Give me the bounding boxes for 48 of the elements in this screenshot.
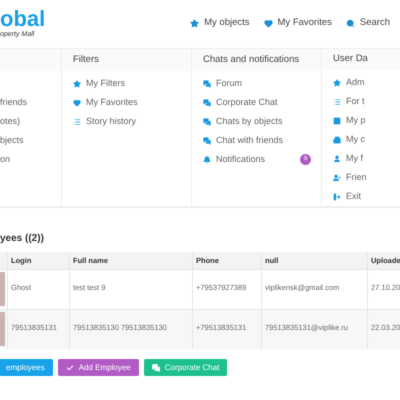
logo-title: obal bbox=[0, 8, 46, 30]
menu-item[interactable]: My p bbox=[333, 114, 366, 128]
menu-item[interactable]: Forum bbox=[203, 76, 242, 90]
menu-item[interactable]: Adm bbox=[333, 76, 365, 90]
menu-item[interactable]: My Favorites bbox=[73, 96, 138, 110]
nav-link[interactable]: My Favorites bbox=[264, 16, 332, 30]
menu-item[interactable]: Story history bbox=[73, 114, 136, 128]
menu-column-title: User Da bbox=[333, 52, 368, 66]
chat-icon bbox=[203, 118, 211, 126]
list-icon bbox=[73, 118, 81, 126]
action-button[interactable]: Add Employee bbox=[58, 359, 139, 376]
check-icon bbox=[66, 364, 74, 372]
nav-link[interactable]: Search bbox=[346, 16, 390, 30]
bell-icon bbox=[203, 156, 211, 164]
chat-icon bbox=[203, 80, 211, 88]
menu-item[interactable]: Corporate Chat bbox=[203, 96, 278, 110]
menu-column-title: Filters bbox=[73, 52, 99, 67]
star-icon bbox=[333, 78, 341, 86]
menu-item[interactable]: Chats by objects bbox=[203, 114, 283, 128]
menu-item[interactable]: bjects bbox=[0, 134, 24, 148]
menu-item[interactable]: My f bbox=[333, 152, 363, 166]
menu-item[interactable]: For t bbox=[333, 94, 365, 108]
star-icon bbox=[190, 18, 200, 28]
search-icon bbox=[346, 18, 355, 28]
menu-item[interactable]: Notifications bbox=[203, 152, 266, 166]
menu-item[interactable]: Exit bbox=[333, 190, 362, 204]
menu-item[interactable]: Chat with friends bbox=[203, 134, 284, 148]
nav-link[interactable]: My objects bbox=[190, 16, 250, 30]
chat-icon bbox=[203, 136, 211, 144]
section-title: yees ((2)) bbox=[0, 232, 44, 246]
list-icon bbox=[333, 98, 341, 106]
photo-placeholder bbox=[0, 272, 5, 306]
user-icon bbox=[333, 154, 341, 162]
menu-item[interactable]: My Filters bbox=[73, 76, 125, 90]
star-icon bbox=[73, 80, 81, 88]
exit-icon bbox=[333, 192, 341, 200]
menu-item[interactable]: otes) bbox=[0, 114, 20, 128]
photo-placeholder bbox=[0, 312, 5, 346]
menu-item[interactable]: My c bbox=[333, 132, 365, 146]
menu-item[interactable]: Frien bbox=[333, 170, 367, 184]
menu-item[interactable]: on bbox=[0, 152, 10, 166]
heart-icon bbox=[264, 18, 273, 28]
user-plus-icon bbox=[333, 174, 341, 182]
chat-icon bbox=[203, 98, 211, 106]
menu-item[interactable]: friends bbox=[0, 96, 28, 110]
chat-icon bbox=[152, 364, 160, 372]
heart-icon bbox=[73, 98, 81, 106]
menu-column-title: Chats and notifications bbox=[203, 52, 300, 67]
